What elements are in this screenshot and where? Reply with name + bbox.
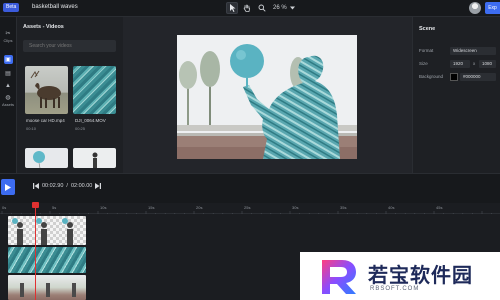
- playhead-line[interactable]: [35, 203, 36, 300]
- export-button[interactable]: Exp: [485, 2, 500, 14]
- zoom-level[interactable]: 26 %: [273, 5, 287, 11]
- asset-name: moose car HD.mp4: [26, 118, 65, 123]
- rail-item-label: Assets: [1, 102, 14, 107]
- rail-item-media[interactable]: ▣: [1, 55, 15, 64]
- rail-item-clips[interactable]: ✂ Clips: [1, 29, 15, 43]
- ruler-label: 30s: [292, 205, 299, 210]
- person-image: [92, 152, 98, 168]
- timecode: 00:02.90 / 02:00.00: [33, 183, 102, 189]
- width-input[interactable]: 1920: [450, 60, 470, 68]
- format-label: Format: [419, 48, 434, 53]
- clip-frames: [12, 218, 73, 245]
- media-icon: ▣: [3, 55, 13, 64]
- watermark-url: RBSOFT.COM: [370, 286, 420, 292]
- asset-duration: 00:25: [75, 126, 86, 131]
- current-time: 00:02.90: [42, 183, 64, 189]
- left-rail: ✂ Clips ▣ ▤ ▲ ◍ Assets: [0, 17, 17, 173]
- ruler-label: 15s: [148, 205, 155, 210]
- pointer-tool-icon[interactable]: [226, 2, 238, 14]
- rail-item-assets[interactable]: ◍ Assets: [1, 93, 15, 107]
- assets-icon: ◍: [5, 95, 11, 101]
- search-input[interactable]: [23, 40, 116, 52]
- assets-panel: Assets - Videos moose car HD.mp4 00:10 D…: [17, 17, 123, 173]
- preview-frame[interactable]: [177, 35, 357, 159]
- ruler-label: 35s: [340, 205, 347, 210]
- asset-thumbnail-waves[interactable]: [73, 66, 116, 114]
- hand-tool-icon[interactable]: [241, 2, 253, 14]
- skip-back-icon[interactable]: [33, 183, 39, 189]
- timeline-clip-outdoor[interactable]: [8, 275, 86, 300]
- asset-name: DJI_0064.MOV: [75, 118, 106, 123]
- play-icon: [5, 183, 11, 191]
- asset-duration: 00:10: [26, 126, 37, 131]
- text-icon: ▤: [5, 71, 11, 77]
- size-separator: x: [473, 61, 476, 66]
- watermark-logo: [322, 260, 356, 294]
- clip-frames-outdoor: [20, 283, 76, 297]
- background-label: Background: [419, 74, 444, 79]
- zoom-icon[interactable]: [256, 2, 268, 14]
- background-swatch[interactable]: [450, 73, 458, 81]
- asset-thumbnail-moose[interactable]: [25, 66, 68, 114]
- ruler-label: 10s: [100, 205, 107, 210]
- timeline-clip-waves[interactable]: [8, 247, 86, 273]
- elements-icon: ▲: [5, 82, 11, 89]
- ruler-label: 0s: [2, 205, 7, 210]
- chevron-down-icon[interactable]: [289, 6, 295, 10]
- balloon-image: [33, 151, 45, 168]
- moose-image: [30, 70, 61, 108]
- watermark-title: 若宝软件园: [368, 263, 473, 287]
- project-name[interactable]: basketball waves: [32, 3, 78, 12]
- ruler-label: 20s: [196, 205, 203, 210]
- assets-title: Assets - Videos: [23, 24, 64, 30]
- background-color-input[interactable]: #000000: [460, 73, 496, 81]
- watermark: 若宝软件园 RBSOFT.COM: [300, 252, 500, 300]
- skip-forward-icon[interactable]: [95, 183, 102, 189]
- size-label: Size: [419, 61, 428, 66]
- scene-title: Scene: [419, 26, 436, 32]
- preview-image: [177, 35, 357, 159]
- time-separator: /: [66, 183, 68, 189]
- format-select[interactable]: Widescreen: [450, 47, 496, 55]
- rail-item-label: Clips: [3, 38, 13, 43]
- total-time: 02:00.00: [70, 183, 93, 189]
- height-input[interactable]: 1080: [479, 60, 496, 68]
- playhead-handle[interactable]: [32, 202, 39, 208]
- ruler-label: 25s: [244, 205, 251, 210]
- beta-badge: Beta: [3, 3, 20, 12]
- asset-thumbnail-balloon[interactable]: [25, 148, 68, 168]
- asset-thumbnail-person[interactable]: [73, 148, 116, 168]
- timeline-clip-basketball[interactable]: [8, 216, 86, 245]
- ruler-label: 45s: [436, 205, 443, 210]
- ruler-label: 40s: [388, 205, 395, 210]
- play-button[interactable]: [1, 179, 15, 195]
- canvas-tools: 26 %: [226, 2, 295, 14]
- user-avatar[interactable]: [469, 2, 481, 14]
- scissors-icon: ✂: [5, 31, 11, 37]
- rail-item-text[interactable]: ▤: [1, 69, 15, 78]
- scene-panel: Scene Format Widescreen Size 1920 x 1080…: [412, 17, 500, 173]
- rail-item-elements[interactable]: ▲: [1, 81, 15, 90]
- ruler-label: 5s: [52, 205, 57, 210]
